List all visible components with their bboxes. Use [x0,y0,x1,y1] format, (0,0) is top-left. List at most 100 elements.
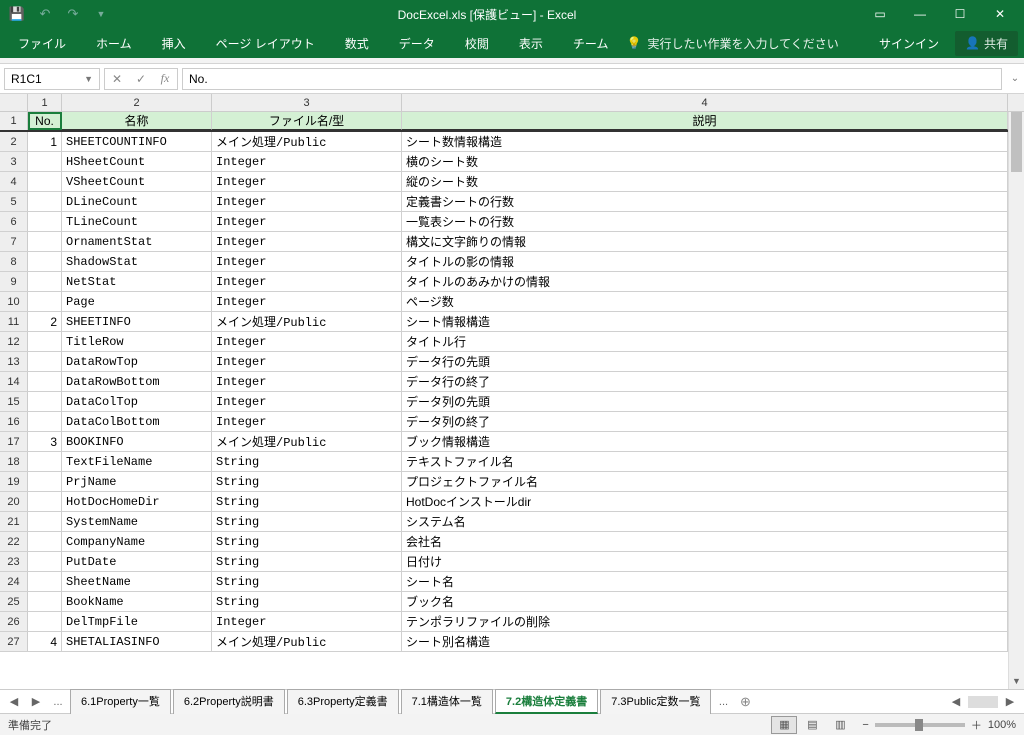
cell[interactable]: SystemName [62,512,212,531]
cell[interactable] [28,152,62,171]
cell[interactable] [28,372,62,391]
row-header[interactable]: 4 [0,172,28,191]
cell[interactable] [28,492,62,511]
cell[interactable] [28,332,62,351]
cell[interactable]: 定義書シートの行数 [402,192,1008,211]
cell[interactable]: Integer [212,252,402,271]
tab-nav-next-icon[interactable]: ▶ [26,695,46,708]
cell[interactable]: String [212,492,402,511]
cell[interactable]: No. [28,112,62,130]
maximize-icon[interactable]: ☐ [940,0,980,28]
page-break-view-icon[interactable]: ▥ [827,716,853,734]
cell[interactable]: 名称 [62,112,212,130]
cell[interactable] [28,272,62,291]
cell[interactable] [28,532,62,551]
tab-insert[interactable]: 挿入 [150,29,198,58]
name-box[interactable]: R1C1 ▼ [4,68,100,90]
cell[interactable]: String [212,472,402,491]
cell[interactable]: BookName [62,592,212,611]
cell[interactable]: シート数情報構造 [402,132,1008,151]
cell[interactable]: 説明 [402,112,1008,130]
cell[interactable]: TitleRow [62,332,212,351]
horizontal-scrollbar[interactable] [968,696,998,708]
cell[interactable]: Integer [212,152,402,171]
cell[interactable]: 会社名 [402,532,1008,551]
row-header[interactable]: 9 [0,272,28,291]
ribbon-options-icon[interactable]: ▭ [860,0,900,28]
cell[interactable]: DataColTop [62,392,212,411]
cell[interactable] [28,392,62,411]
row-header[interactable]: 20 [0,492,28,511]
sheet-tab[interactable]: 7.1構造体一覧 [401,689,493,714]
row-header[interactable]: 1 [0,112,28,130]
tab-team[interactable]: チーム [561,29,621,58]
row-header[interactable]: 13 [0,352,28,371]
tab-review[interactable]: 校閲 [453,29,501,58]
cell[interactable] [28,292,62,311]
sheet-tab[interactable]: 6.3Property定義書 [287,689,399,714]
cell[interactable]: Integer [212,192,402,211]
cell[interactable]: 4 [28,632,62,651]
cell[interactable]: Integer [212,172,402,191]
tab-view[interactable]: 表示 [507,29,555,58]
qat-customize-icon[interactable]: ▼ [88,2,114,26]
cell[interactable]: TLineCount [62,212,212,231]
cell[interactable] [28,452,62,471]
row-header[interactable]: 24 [0,572,28,591]
cell[interactable]: メイン処理/Public [212,432,402,451]
cell[interactable] [28,252,62,271]
scroll-down-icon[interactable]: ▼ [1009,673,1024,689]
cell[interactable]: String [212,452,402,471]
cell[interactable] [28,412,62,431]
cell[interactable]: 縦のシート数 [402,172,1008,191]
cell[interactable]: 日付け [402,552,1008,571]
zoom-in-button[interactable]: ＋ [971,717,982,733]
save-icon[interactable]: 💾 [4,2,30,26]
cell[interactable]: String [212,512,402,531]
cell[interactable]: データ列の先頭 [402,392,1008,411]
cell[interactable]: ブック名 [402,592,1008,611]
cell[interactable]: String [212,552,402,571]
cell[interactable]: データ行の終了 [402,372,1008,391]
formula-input[interactable]: No. [182,68,1002,90]
cell[interactable]: データ列の終了 [402,412,1008,431]
cell[interactable] [28,512,62,531]
tab-formulas[interactable]: 数式 [333,29,381,58]
close-icon[interactable]: ✕ [980,0,1020,28]
cell[interactable]: Integer [212,412,402,431]
cell[interactable]: プロジェクトファイル名 [402,472,1008,491]
cell[interactable]: Integer [212,212,402,231]
row-header[interactable]: 11 [0,312,28,331]
cell[interactable]: Integer [212,612,402,631]
cell[interactable]: VSheetCount [62,172,212,191]
row-header[interactable]: 15 [0,392,28,411]
cell[interactable]: ファイル名/型 [212,112,402,130]
zoom-out-button[interactable]: − [862,719,868,731]
row-header[interactable]: 17 [0,432,28,451]
cell[interactable]: HotDocHomeDir [62,492,212,511]
tab-overflow-right[interactable]: ... [713,696,733,708]
cell[interactable]: SHETALIASINFO [62,632,212,651]
row-header[interactable]: 19 [0,472,28,491]
share-button[interactable]: 👤 共有 [955,31,1018,56]
cell[interactable]: DLineCount [62,192,212,211]
row-header[interactable]: 8 [0,252,28,271]
row-header[interactable]: 16 [0,412,28,431]
select-all-corner[interactable] [0,94,28,111]
cell[interactable]: ブック情報構造 [402,432,1008,451]
cell[interactable]: DataRowTop [62,352,212,371]
cell[interactable]: シート情報構造 [402,312,1008,331]
cell[interactable]: HSheetCount [62,152,212,171]
cell[interactable]: DataRowBottom [62,372,212,391]
cell[interactable]: NetStat [62,272,212,291]
cell[interactable] [28,572,62,591]
row-header[interactable]: 21 [0,512,28,531]
scroll-thumb[interactable] [1011,112,1022,172]
hscroll-left-icon[interactable]: ◀ [946,695,966,708]
row-header[interactable]: 18 [0,452,28,471]
tab-nav-prev-icon[interactable]: ◀ [4,695,24,708]
tab-file[interactable]: ファイル [6,29,78,58]
vertical-scrollbar[interactable]: ▲ ▼ [1008,112,1024,689]
cell[interactable]: BOOKINFO [62,432,212,451]
normal-view-icon[interactable]: ▦ [771,716,797,734]
